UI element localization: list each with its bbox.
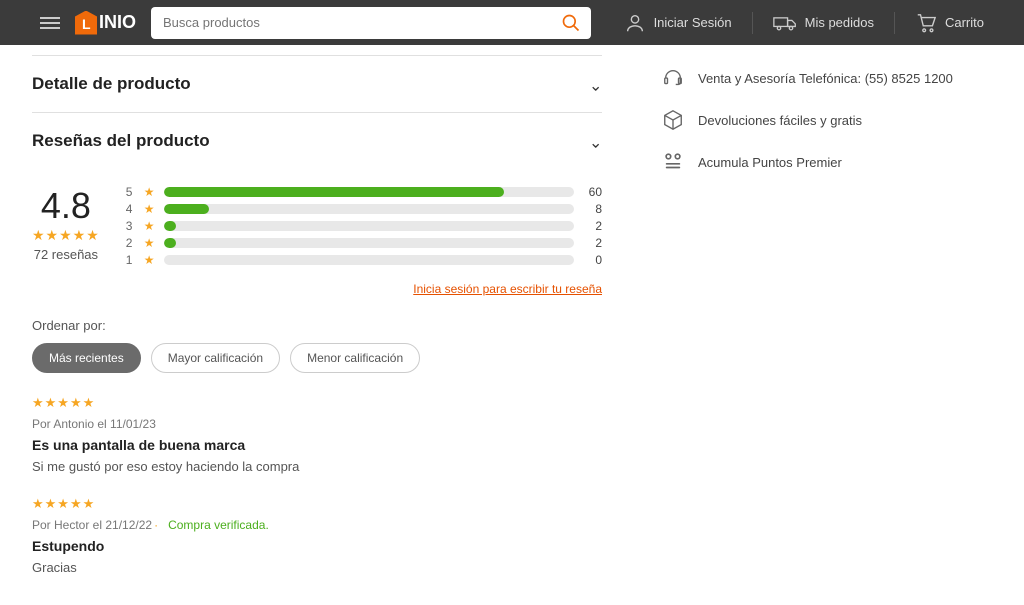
benefit-returns: Devoluciones fáciles y gratis [662,109,992,131]
rating-bar-row: 4 ★ 8 [126,202,602,216]
sort-pill[interactable]: Mayor calificación [151,343,280,373]
main-content: Detalle de producto ⌃ Reseñas del produc… [0,45,1024,605]
average-rating: 4.8 ★★★★★ 72 reseñas [32,185,100,270]
search-wrap [151,7,591,39]
bar-track [164,187,574,197]
review-count: 72 reseñas [32,247,100,262]
rating-bar-row: 3 ★ 2 [126,219,602,233]
avg-score: 4.8 [32,185,100,227]
headset-icon [662,67,684,89]
sort-options: Más recientes Mayor calificación Menor cal… [32,343,602,373]
review-body: Si me gustó por eso estoy haciendo la co… [32,459,602,474]
benefit-text: Venta y Asesoría Telefónica: (55) 8525 1… [698,71,953,86]
bar-count: 0 [582,253,602,267]
bar-star-num: 4 [126,202,136,216]
chevron-down-icon: ⌃ [589,131,602,151]
review-item: ★★★★★ Por Antonio el 11/01/23 Es una pan… [32,395,602,474]
star-icon: ★ [144,253,156,267]
bar-count: 60 [582,185,602,199]
bar-fill [164,187,504,197]
separator [752,12,753,34]
right-column: Venta y Asesoría Telefónica: (55) 8525 1… [662,55,992,575]
review-summary: 4.8 ★★★★★ 72 reseñas 5 ★ 60 4 ★ 8 3 ★ 2 2 ★ 2 1 ★ 0 [32,169,602,276]
bar-fill [164,238,176,248]
user-icon [624,12,646,34]
star-icon: ★ [144,219,156,233]
logo[interactable]: L INIO [75,11,136,35]
cart-link[interactable]: Carrito [915,12,984,34]
bar-count: 2 [582,236,602,250]
product-detail-toggle[interactable]: Detalle de producto ⌃ [32,56,602,113]
bar-track [164,204,574,214]
header-links: Iniciar Sesión Mis pedidos Carrito [624,12,984,34]
orders-link[interactable]: Mis pedidos [773,13,874,33]
search-input[interactable] [151,7,591,39]
bar-star-num: 1 [126,253,136,267]
box-icon [662,109,684,131]
star-icon: ★ [144,236,156,250]
benefit-text: Acumula Puntos Premier [698,155,842,170]
review-title: Es una pantalla de buena marca [32,437,602,453]
bar-track [164,221,574,231]
site-header: L INIO Iniciar Sesión Mis pedidos Carrit… [0,0,1024,45]
separator [894,12,895,34]
bar-count: 8 [582,202,602,216]
menu-icon[interactable] [40,17,60,29]
sort-label: Ordenar por: [32,318,602,333]
bar-fill [164,221,176,231]
rating-distribution: 5 ★ 60 4 ★ 8 3 ★ 2 2 ★ 2 1 ★ 0 [126,185,602,270]
review-meta: Por Antonio el 11/01/23 [32,417,602,431]
logo-text: INIO [99,12,136,33]
bar-star-num: 5 [126,185,136,199]
points-icon [662,151,684,173]
bar-star-num: 3 [126,219,136,233]
benefit-text: Devoluciones fáciles y gratis [698,113,862,128]
reviews-list: ★★★★★ Por Antonio el 11/01/23 Es una pan… [32,395,602,575]
write-review-prompt: Inicia sesión para escribir tu reseña [32,282,602,296]
review-meta: Por Hector el 21/12/22·Compra verificada… [32,518,602,532]
section-title: Detalle de producto [32,74,191,94]
benefit-phone: Venta y Asesoría Telefónica: (55) 8525 1… [662,67,992,89]
cart-icon [915,12,937,34]
login-to-review-link[interactable]: Inicia sesión para escribir tu reseña [413,282,602,296]
login-link[interactable]: Iniciar Sesión [624,12,732,34]
bar-star-num: 2 [126,236,136,250]
section-title: Reseñas del producto [32,131,210,151]
review-stars: ★★★★★ [32,496,602,512]
benefit-points: Acumula Puntos Premier [662,151,992,173]
chevron-down-icon: ⌃ [589,74,602,94]
left-column: Detalle de producto ⌃ Reseñas del produc… [32,55,602,575]
bar-track [164,255,574,265]
bar-track [164,238,574,248]
sort-pill[interactable]: Menor calificación [290,343,420,373]
rating-bar-row: 5 ★ 60 [126,185,602,199]
star-icon: ★ [144,202,156,216]
bar-count: 2 [582,219,602,233]
search-icon[interactable] [561,13,581,33]
star-icon: ★ [144,185,156,199]
bar-fill [164,204,209,214]
sort-pill[interactable]: Más recientes [32,343,141,373]
review-body: Gracias [32,560,602,575]
verified-badge: Compra verificada. [168,518,269,532]
avg-stars: ★★★★★ [32,227,100,244]
review-title: Estupendo [32,538,602,554]
review-stars: ★★★★★ [32,395,602,411]
rating-bar-row: 1 ★ 0 [126,253,602,267]
review-item: ★★★★★ Por Hector el 21/12/22·Compra veri… [32,496,602,575]
truck-icon [773,13,797,33]
rating-bar-row: 2 ★ 2 [126,236,602,250]
reviews-toggle[interactable]: Reseñas del producto ⌃ [32,113,602,169]
